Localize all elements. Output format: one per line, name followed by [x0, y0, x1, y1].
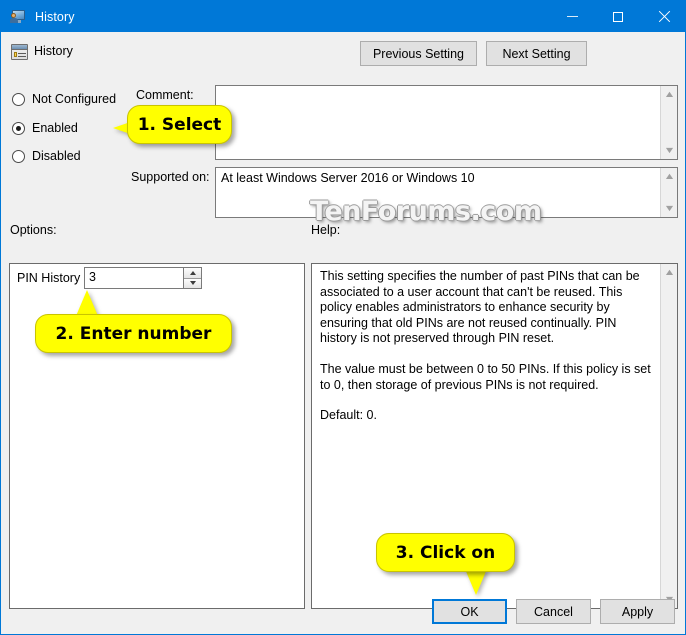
ok-button[interactable]: OK — [432, 599, 507, 624]
window-controls — [549, 1, 685, 32]
radio-not-configured[interactable]: Not Configured — [12, 92, 116, 106]
spinner-down-button[interactable] — [184, 278, 201, 288]
pin-history-spin-buttons[interactable] — [183, 268, 201, 288]
supported-on-scrollbar[interactable]: ▲ ▼ — [660, 168, 677, 217]
radio-not-configured-label: Not Configured — [32, 92, 117, 106]
help-paragraph: Default: 0. — [320, 408, 377, 423]
help-paragraph: This setting specifies the number of pas… — [320, 269, 640, 346]
radio-disabled[interactable]: Disabled — [12, 149, 81, 163]
window-title: History — [35, 9, 75, 24]
triangle-down-icon — [189, 281, 196, 286]
setting-name: History — [34, 44, 73, 58]
maximize-icon — [613, 11, 623, 22]
maximize-button[interactable] — [595, 1, 641, 32]
help-scrollbar[interactable]: ▲ ▼ — [660, 264, 677, 608]
setting-header: History Previous Setting Next Setting — [1, 32, 685, 77]
title-bar: History — [1, 1, 685, 32]
pin-history-stepper[interactable]: 3 — [84, 267, 202, 289]
dialog-buttons: OK Cancel Apply — [432, 599, 675, 624]
comment-input[interactable]: ▲ ▼ — [215, 85, 678, 160]
options-label: Options: — [10, 223, 57, 237]
scroll-down-icon[interactable]: ▼ — [661, 200, 678, 217]
next-setting-button[interactable]: Next Setting — [486, 41, 587, 66]
scroll-down-icon[interactable]: ▼ — [661, 142, 678, 159]
scroll-up-icon[interactable]: ▲ — [661, 86, 678, 103]
radio-disabled-indicator — [12, 149, 25, 163]
supported-on-field[interactable]: At least Windows Server 2016 or Windows … — [215, 167, 678, 218]
help-text: This setting specifies the number of pas… — [320, 269, 655, 424]
radio-enabled[interactable]: Enabled — [12, 121, 78, 135]
help-paragraph: The value must be between 0 to 50 PINs. … — [320, 361, 651, 392]
setting-navigation: Previous Setting Next Setting — [359, 41, 587, 66]
spinner-up-button[interactable] — [184, 268, 201, 279]
policy-monitor-icon — [10, 9, 26, 25]
radio-not-configured-indicator — [12, 92, 25, 106]
supported-on-label: Supported on: — [131, 170, 210, 184]
pin-history-label: PIN History — [17, 271, 81, 285]
triangle-up-icon — [189, 270, 196, 275]
radio-enabled-indicator — [12, 121, 25, 135]
radio-disabled-label: Disabled — [32, 149, 81, 163]
pin-history-value: 3 — [89, 270, 96, 284]
callout-enter-number: 2. Enter number — [35, 314, 232, 353]
callout-click-on-tail — [465, 569, 487, 595]
comment-scrollbar[interactable]: ▲ ▼ — [660, 86, 677, 159]
help-label: Help: — [311, 223, 341, 237]
apply-button[interactable]: Apply — [600, 599, 675, 624]
close-icon — [658, 11, 670, 23]
supported-on-value: At least Windows Server 2016 or Windows … — [221, 171, 475, 185]
radio-enabled-label: Enabled — [32, 121, 78, 135]
comment-label: Comment: — [136, 88, 194, 102]
close-button[interactable] — [641, 1, 685, 32]
policy-setting-icon — [11, 44, 28, 60]
scroll-up-icon[interactable]: ▲ — [661, 168, 678, 185]
scroll-up-icon[interactable]: ▲ — [661, 264, 678, 281]
callout-select: 1. Select — [127, 105, 232, 144]
callout-click-on: 3. Click on — [376, 533, 515, 572]
cancel-button[interactable]: Cancel — [516, 599, 591, 624]
callout-enter-number-tail — [76, 290, 98, 316]
group-policy-setting-window: History History Previous Setting Next Se… — [0, 0, 686, 635]
minimize-button[interactable] — [549, 1, 595, 32]
previous-setting-button[interactable]: Previous Setting — [359, 41, 477, 66]
minimize-icon — [566, 16, 578, 17]
